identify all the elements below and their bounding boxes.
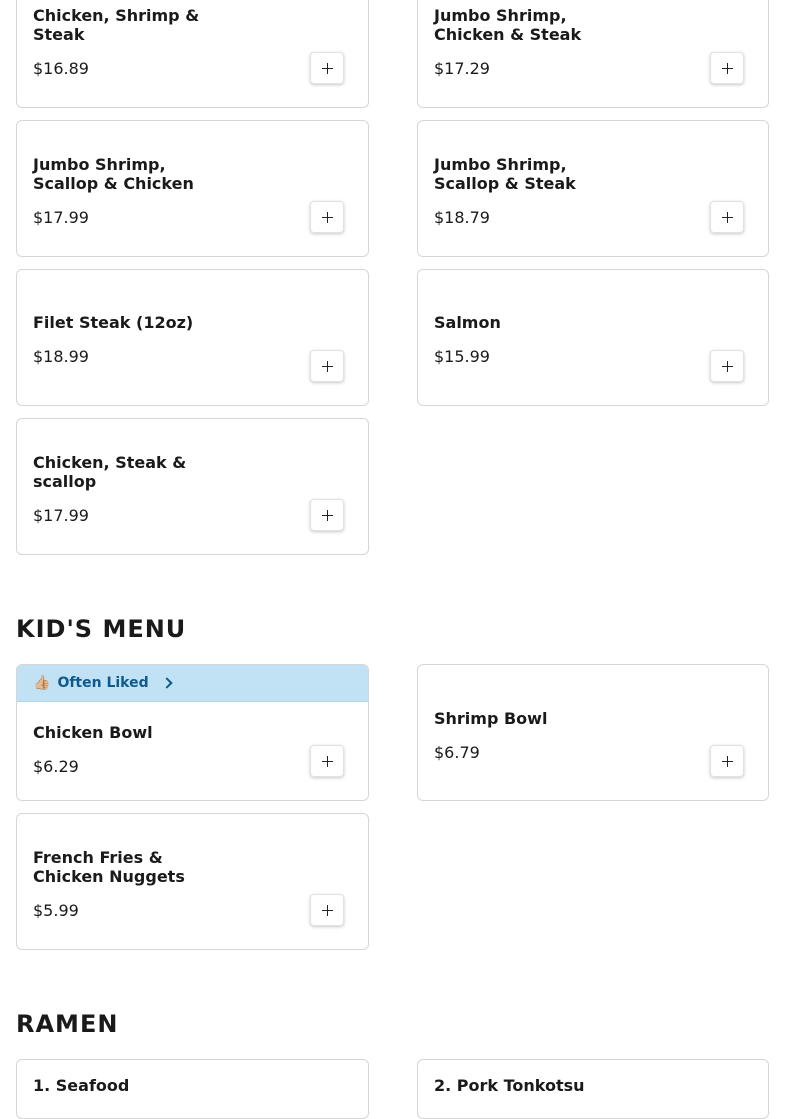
menu-item-card[interactable]: Jumbo Shrimp, Chicken & Steak $17.29 xyxy=(417,0,769,108)
item-name: Jumbo Shrimp, Chicken & Steak xyxy=(434,6,582,44)
section-title-kids-menu: KID'S MENU xyxy=(16,615,187,643)
often-liked-label: Often Liked xyxy=(57,675,149,691)
item-price: $17.99 xyxy=(33,208,89,227)
menu-item-card[interactable]: Jumbo Shrimp, Scallop & Steak $18.79 xyxy=(417,120,769,257)
item-name: Filet Steak (12oz) xyxy=(33,313,194,332)
plus-icon xyxy=(321,62,333,74)
often-liked-banner[interactable]: 👍🏼 Often Liked xyxy=(17,665,368,702)
add-to-cart-button[interactable] xyxy=(310,894,344,926)
menu-item-card[interactable]: Chicken, Shrimp & Steak $16.89 xyxy=(16,0,369,108)
item-name: 2. Pork Tonkotsu xyxy=(434,1076,585,1095)
thumbs-up-icon: 👍🏼 xyxy=(33,675,50,691)
plus-icon xyxy=(721,755,733,767)
item-name: Salmon xyxy=(434,313,501,332)
plus-icon xyxy=(321,904,333,916)
item-name: Chicken, Steak & scallop xyxy=(33,453,187,491)
add-to-cart-button[interactable] xyxy=(710,52,744,84)
chevron-right-icon xyxy=(160,677,173,689)
menu-item-card[interactable]: Jumbo Shrimp, Scallop & Chicken $17.99 xyxy=(16,120,369,257)
item-price: $17.29 xyxy=(434,59,490,78)
plus-icon xyxy=(721,62,733,74)
add-to-cart-button[interactable] xyxy=(710,745,744,777)
menu-item-card[interactable]: Salmon $15.99 xyxy=(417,269,769,406)
section-title-ramen: RAMEN xyxy=(16,1010,119,1038)
item-price: $18.79 xyxy=(434,208,490,227)
plus-icon xyxy=(321,360,333,372)
add-to-cart-button[interactable] xyxy=(710,201,744,233)
menu-item-card[interactable]: French Fries & Chicken Nuggets $5.99 xyxy=(16,813,369,950)
menu-item-card[interactable]: Chicken, Steak & scallop $17.99 xyxy=(16,418,369,555)
item-name: French Fries & Chicken Nuggets xyxy=(33,848,185,886)
add-to-cart-button[interactable] xyxy=(710,350,744,382)
item-name: Jumbo Shrimp, Scallop & Chicken xyxy=(33,155,194,193)
item-price: $5.99 xyxy=(33,901,79,920)
item-name: Chicken, Shrimp & Steak xyxy=(33,6,200,44)
add-to-cart-button[interactable] xyxy=(310,499,344,531)
menu-item-card[interactable]: 2. Pork Tonkotsu xyxy=(417,1059,769,1119)
menu-item-card[interactable]: 1. Seafood xyxy=(16,1059,369,1119)
item-price: $18.99 xyxy=(33,347,89,366)
plus-icon xyxy=(721,360,733,372)
add-to-cart-button[interactable] xyxy=(310,201,344,233)
item-name: Jumbo Shrimp, Scallop & Steak xyxy=(434,155,576,193)
item-price: $15.99 xyxy=(434,347,490,366)
item-price: $17.99 xyxy=(33,506,89,525)
menu-item-card[interactable]: Filet Steak (12oz) $18.99 xyxy=(16,269,369,406)
add-to-cart-button[interactable] xyxy=(310,745,344,777)
plus-icon xyxy=(721,211,733,223)
item-name: Shrimp Bowl xyxy=(434,709,548,728)
plus-icon xyxy=(321,211,333,223)
item-price: $6.29 xyxy=(33,757,79,776)
menu-item-card[interactable]: 👍🏼 Often Liked Chicken Bowl $6.29 xyxy=(16,664,369,801)
item-name: Chicken Bowl xyxy=(33,723,153,742)
plus-icon xyxy=(321,755,333,767)
add-to-cart-button[interactable] xyxy=(310,350,344,382)
item-price: $6.79 xyxy=(434,743,480,762)
item-price: $16.89 xyxy=(33,59,89,78)
plus-icon xyxy=(321,509,333,521)
item-name: 1. Seafood xyxy=(33,1076,130,1095)
add-to-cart-button[interactable] xyxy=(310,52,344,84)
menu-item-card[interactable]: Shrimp Bowl $6.79 xyxy=(417,664,769,801)
